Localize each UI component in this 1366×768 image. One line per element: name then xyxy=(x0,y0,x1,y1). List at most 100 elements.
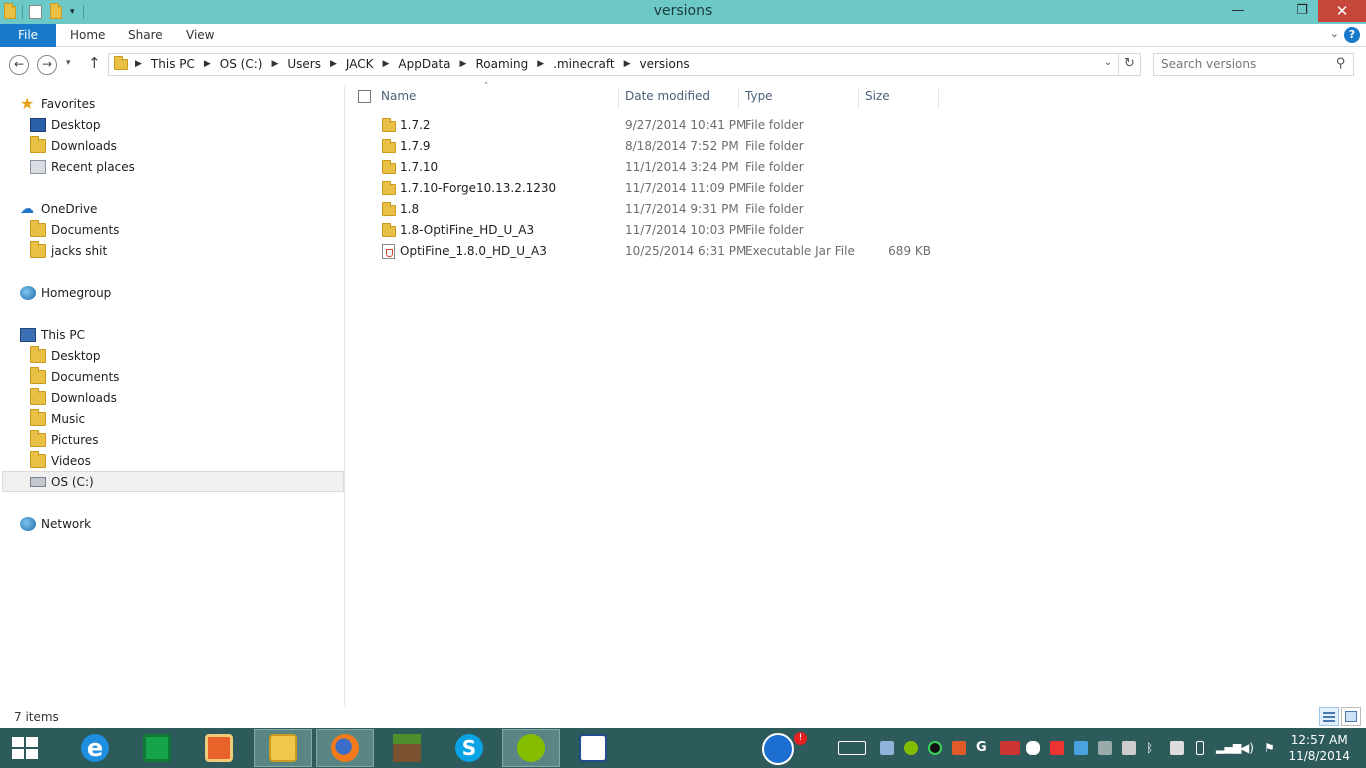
bluetooth-icon[interactable]: ᛒ xyxy=(1146,741,1160,755)
chevron-right-icon[interactable]: ▶ xyxy=(271,59,278,69)
search-box[interactable]: ⚲ xyxy=(1153,53,1354,76)
start-icon[interactable] xyxy=(12,737,38,759)
column-size[interactable]: Size xyxy=(865,89,939,109)
taskbar-spotify[interactable] xyxy=(502,729,560,767)
details-view-button[interactable] xyxy=(1319,707,1339,726)
breadcrumb-this-pc[interactable]: This PC xyxy=(151,57,195,71)
sidebar-item-onedrive[interactable]: ☁ OneDrive xyxy=(20,199,97,219)
sidebar-item-favorites[interactable]: ★ Favorites xyxy=(20,94,95,114)
app-tray-icon[interactable] xyxy=(1098,741,1112,755)
sidebar-item-pc-desktop[interactable]: Desktop xyxy=(30,346,101,366)
taskbar-internet-explorer[interactable]: e xyxy=(66,729,124,767)
chevron-right-icon[interactable]: ▶ xyxy=(204,59,211,69)
sidebar-item-homegroup[interactable]: Homegroup xyxy=(20,283,111,303)
logitech-g-icon[interactable]: G xyxy=(976,741,990,755)
volume-icon[interactable]: ◀) xyxy=(1240,741,1254,755)
sidebar-item-os-c[interactable]: OS (C:) xyxy=(2,471,344,492)
wifi-signal-icon[interactable]: ▂▄▆ xyxy=(1216,741,1241,755)
recent-locations-chevron-icon[interactable]: ▾ xyxy=(66,58,71,68)
app-tray-icon[interactable] xyxy=(1122,741,1136,755)
chevron-right-icon[interactable]: ▶ xyxy=(460,59,467,69)
breadcrumb-appdata[interactable]: AppData xyxy=(398,57,450,71)
search-icon[interactable]: ⚲ xyxy=(1336,56,1346,71)
app-tray-icon[interactable] xyxy=(952,741,966,755)
refresh-icon[interactable]: ↻ xyxy=(1118,54,1140,75)
sidebar-item-recent-places[interactable]: Recent places xyxy=(30,157,135,177)
file-row[interactable]: 1.7.10 11/1/2014 3:24 PM File folder xyxy=(346,157,946,178)
restore-button[interactable]: ❐ xyxy=(1286,0,1318,22)
column-type[interactable]: Type xyxy=(745,89,859,109)
sidebar-item-onedrive-documents[interactable]: Documents xyxy=(30,220,119,240)
close-button[interactable]: ✕ xyxy=(1318,0,1366,22)
taskbar-store[interactable] xyxy=(128,729,186,767)
sidebar-item-downloads[interactable]: Downloads xyxy=(30,136,117,156)
file-row[interactable]: 1.7.10-Forge10.13.2.1230 11/7/2014 11:09… xyxy=(346,178,946,199)
tab-home[interactable]: Home xyxy=(70,24,105,47)
sidebar-item-pc-documents[interactable]: Documents xyxy=(30,367,119,387)
app-tray-icon[interactable] xyxy=(1170,741,1184,755)
action-center-flag-icon[interactable]: ⚑ xyxy=(1264,741,1278,755)
tab-share[interactable]: Share xyxy=(128,24,163,47)
chevron-right-icon[interactable]: ▶ xyxy=(383,59,390,69)
address-bar[interactable]: ▶ This PC ▶ OS (C:) ▶ Users ▶ JACK ▶ App… xyxy=(108,53,1141,76)
file-date: 9/27/2014 10:41 PM xyxy=(625,118,747,132)
chevron-right-icon[interactable]: ▶ xyxy=(330,59,337,69)
select-all-checkbox[interactable] xyxy=(358,90,371,103)
file-row[interactable]: 1.8-OptiFine_HD_U_A3 11/7/2014 10:03 PM … xyxy=(346,220,946,241)
taskbar-file-explorer[interactable] xyxy=(254,729,312,767)
sidebar-item-videos[interactable]: Videos xyxy=(30,451,91,471)
expand-ribbon-chevron-icon[interactable]: ⌄ xyxy=(1330,27,1339,40)
back-button[interactable]: ← xyxy=(9,55,29,75)
large-icons-view-button[interactable] xyxy=(1341,707,1361,726)
taskbar-office[interactable] xyxy=(190,729,248,767)
column-date-modified[interactable]: Date modified xyxy=(625,89,739,109)
tab-file[interactable]: File xyxy=(0,24,56,47)
forward-button[interactable]: → xyxy=(37,55,57,75)
onedrive-tray-icon[interactable] xyxy=(1026,741,1040,755)
help-icon[interactable]: ? xyxy=(1344,27,1360,43)
file-date: 11/7/2014 11:09 PM xyxy=(625,181,747,195)
battery-icon[interactable] xyxy=(1196,741,1204,755)
taskbar-paint[interactable] xyxy=(564,729,622,767)
chevron-right-icon[interactable]: ▶ xyxy=(537,59,544,69)
sidebar-item-music[interactable]: Music xyxy=(30,409,85,429)
sidebar-item-pc-downloads[interactable]: Downloads xyxy=(30,388,117,408)
documents-folder-icon xyxy=(30,367,46,384)
sidebar-item-desktop[interactable]: Desktop xyxy=(30,115,101,135)
clock[interactable]: 12:57 AM 11/8/2014 xyxy=(1288,732,1350,764)
breadcrumb-jack[interactable]: JACK xyxy=(346,57,374,71)
razer-icon[interactable] xyxy=(928,741,942,755)
taskbar-minecraft[interactable] xyxy=(378,729,436,767)
file-row[interactable]: OptiFine_1.8.0_HD_U_A3 10/25/2014 6:31 P… xyxy=(346,241,946,262)
breadcrumb-minecraft[interactable]: .minecraft xyxy=(553,57,614,71)
tray-app-icon[interactable] xyxy=(762,733,794,765)
minimize-button[interactable]: — xyxy=(1222,0,1254,22)
app-tray-icon[interactable] xyxy=(1074,741,1088,755)
sidebar-item-network[interactable]: Network xyxy=(20,514,91,534)
chevron-right-icon[interactable]: ▶ xyxy=(135,59,142,69)
address-history-chevron-icon[interactable]: ⌄ xyxy=(1104,57,1112,68)
breadcrumb-roaming[interactable]: Roaming xyxy=(475,57,528,71)
file-row[interactable]: 1.7.9 8/18/2014 7:52 PM File folder xyxy=(346,136,946,157)
file-row[interactable]: 1.7.2 9/27/2014 10:41 PM File folder xyxy=(346,115,946,136)
breadcrumb-os-c[interactable]: OS (C:) xyxy=(220,57,263,71)
taskbar-skype[interactable]: S xyxy=(440,729,498,767)
taskbar-firefox[interactable] xyxy=(316,729,374,767)
app-tray-icon[interactable] xyxy=(1000,741,1020,755)
sidebar-item-jacks-shit[interactable]: jacks shit xyxy=(30,241,107,261)
up-arrow-icon[interactable]: ↑ xyxy=(88,54,101,72)
column-name[interactable]: Name xyxy=(381,89,619,109)
pen-icon[interactable] xyxy=(880,741,894,755)
breadcrumb-versions[interactable]: versions xyxy=(639,57,689,71)
breadcrumb-users[interactable]: Users xyxy=(287,57,321,71)
file-row[interactable]: 1.8 11/7/2014 9:31 PM File folder xyxy=(346,199,946,220)
tab-view[interactable]: View xyxy=(186,24,214,47)
spotify-tray-icon[interactable] xyxy=(904,741,918,755)
chevron-right-icon[interactable]: ▶ xyxy=(624,59,631,69)
search-input[interactable] xyxy=(1161,57,1331,71)
sidebar-item-this-pc[interactable]: This PC xyxy=(20,325,85,345)
keyboard-icon[interactable] xyxy=(838,741,866,755)
taskbar: e S ! G ᛒ ▂▄▆ ◀) ⚑ 12:57 AM 11/8/2014 xyxy=(0,728,1366,768)
app-tray-icon[interactable] xyxy=(1050,741,1064,755)
sidebar-item-pictures[interactable]: Pictures xyxy=(30,430,99,450)
